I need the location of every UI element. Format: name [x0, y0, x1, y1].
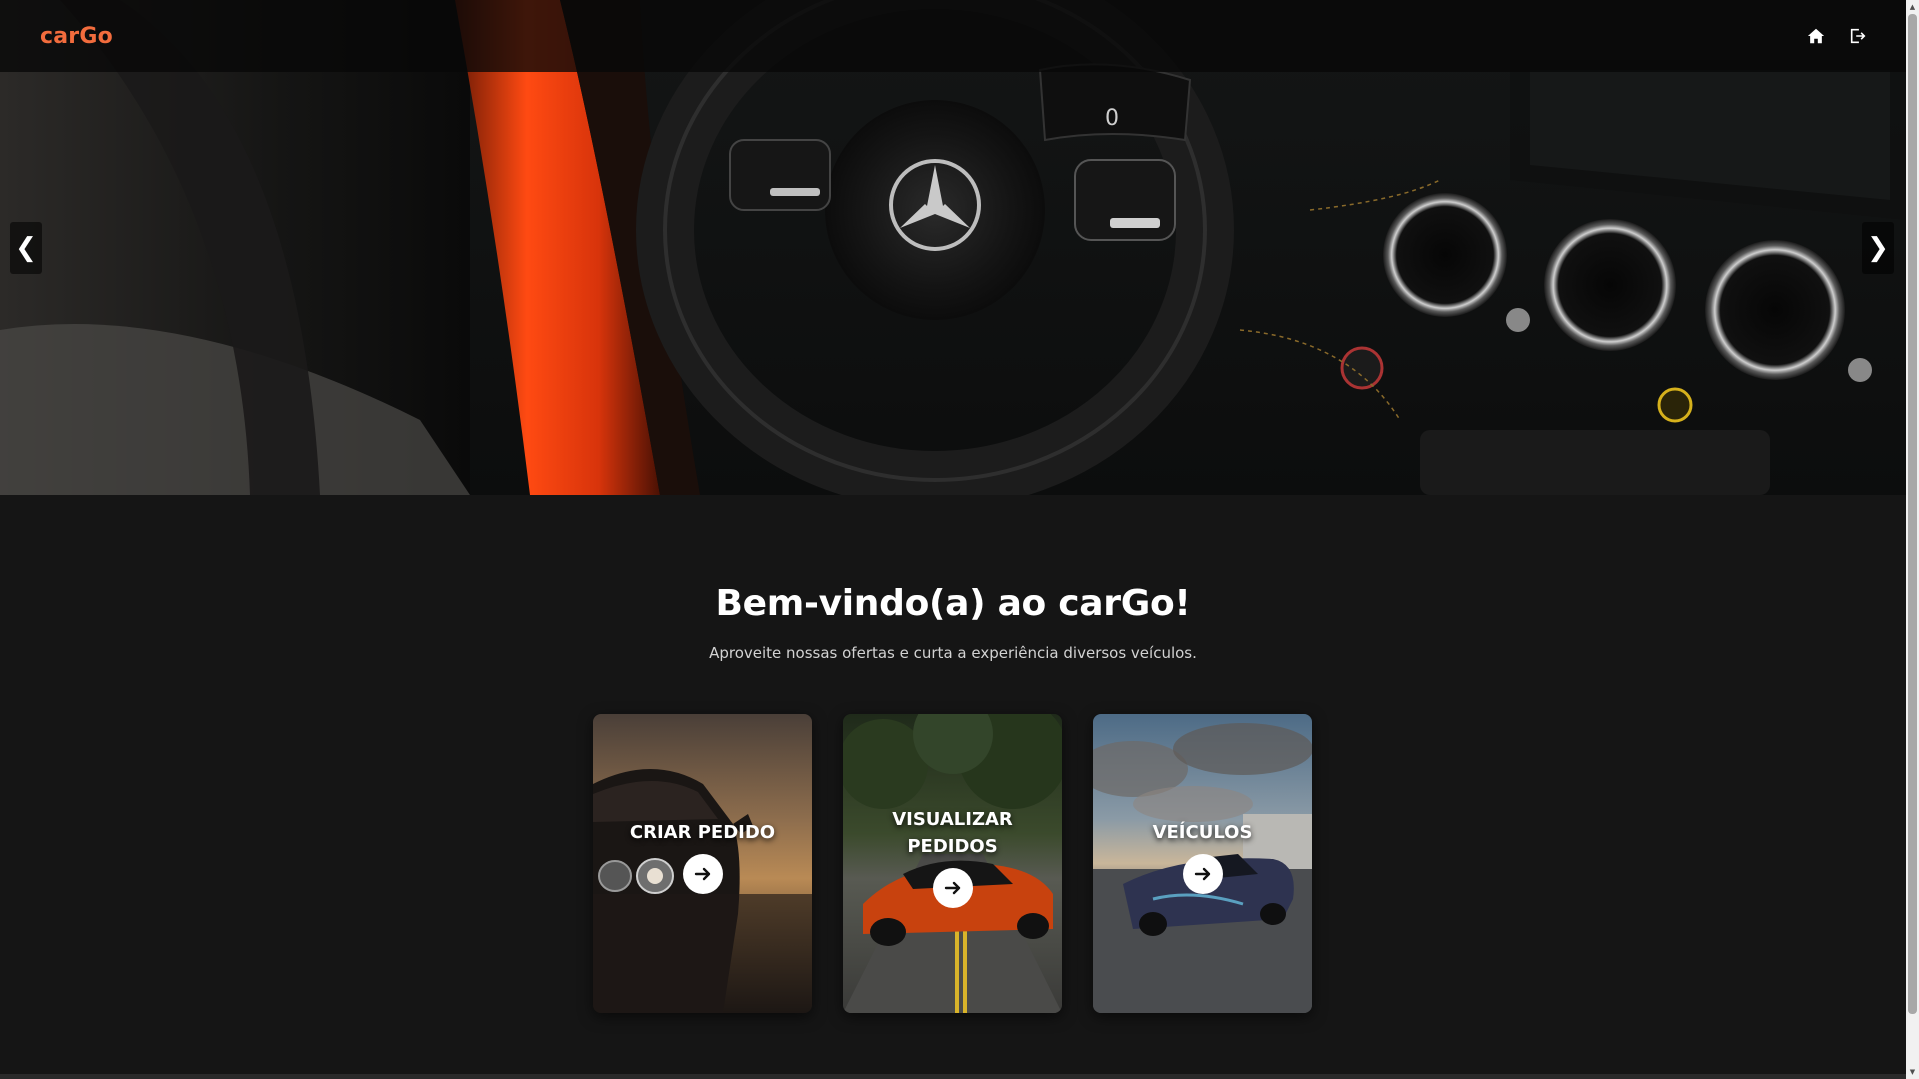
carousel-prev-button[interactable]: ❮	[10, 222, 42, 274]
scroll-down-icon[interactable]: ▼	[1906, 1065, 1919, 1079]
svg-text:0: 0	[1105, 106, 1119, 131]
card-title: CRIAR PEDIDO	[629, 822, 776, 843]
arrow-right-icon[interactable]	[932, 867, 973, 908]
nav-actions	[1806, 26, 1868, 46]
vertical-scrollbar[interactable]: ▲ ▼	[1906, 0, 1919, 1079]
welcome-section: Bem-vindo(a) ao carGo! Aproveite nossas …	[0, 495, 1906, 662]
scroll-up-icon[interactable]: ▲	[1906, 0, 1919, 14]
card-content: VEÍCULOS	[1093, 714, 1312, 1013]
card-content: CRIAR PEDIDO	[593, 714, 812, 1013]
page-bottom-edge	[0, 1074, 1906, 1079]
welcome-title: Bem-vindo(a) ao carGo!	[715, 583, 1191, 624]
card-veiculos[interactable]: VEÍCULOS	[1093, 714, 1312, 1013]
action-cards: CRIAR PEDIDO VISUALIZAR PEDIDOS VEÍCULOS	[593, 714, 1312, 1013]
carousel-next-button[interactable]: ❯	[1862, 222, 1894, 274]
navbar: carGo	[0, 0, 1906, 72]
logout-icon[interactable]	[1848, 26, 1868, 46]
page: 0 carGo ❮ ❯ Bem-vindo(a) ao carGo! Aprov…	[0, 0, 1919, 1079]
arrow-right-icon[interactable]	[682, 854, 723, 894]
card-title: VEÍCULOS	[1152, 822, 1253, 843]
brand-logo[interactable]: carGo	[40, 24, 113, 49]
hero-carousel: 0 carGo ❮ ❯	[0, 0, 1906, 495]
arrow-right-icon[interactable]	[1182, 854, 1223, 894]
card-criar-pedido[interactable]: CRIAR PEDIDO	[593, 714, 812, 1013]
scroll-thumb[interactable]	[1908, 14, 1917, 1014]
home-icon[interactable]	[1806, 26, 1826, 46]
welcome-subtitle: Aproveite nossas ofertas e curta a exper…	[709, 644, 1197, 662]
card-title: VISUALIZAR PEDIDOS	[892, 808, 1013, 857]
hero-image-car-interior: 0	[0, 0, 1906, 495]
card-content: VISUALIZAR PEDIDOS	[843, 714, 1062, 1013]
card-visualizar-pedidos[interactable]: VISUALIZAR PEDIDOS	[843, 714, 1062, 1013]
